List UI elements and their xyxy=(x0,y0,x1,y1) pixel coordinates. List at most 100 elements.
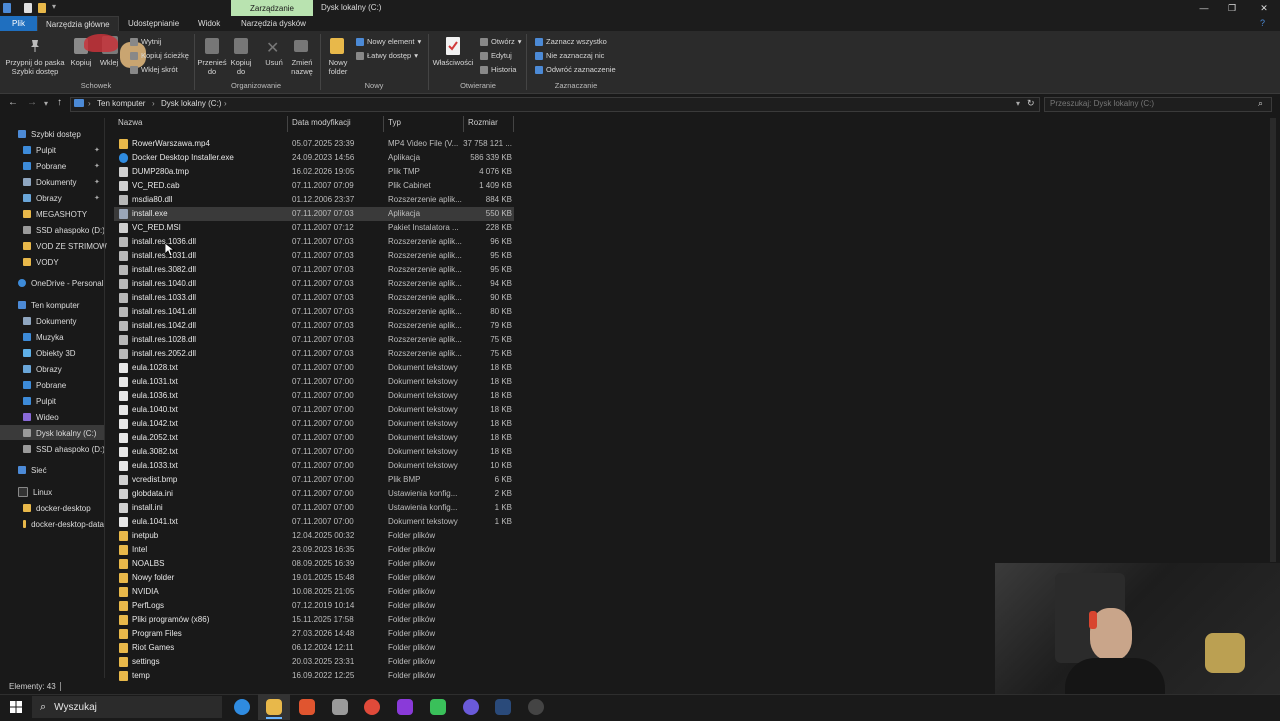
folder-row[interactable]: NOALBS 08.09.2025 16:39 Folder plików xyxy=(114,557,514,571)
folder-row[interactable]: Riot Games 06.12.2024 12:11 Folder plików xyxy=(114,641,514,655)
paste-shortcut-button[interactable]: Wklej skrót xyxy=(130,65,178,74)
recent-chevron-icon[interactable]: ▾ xyxy=(44,99,48,108)
copy-button[interactable]: Kopiuj xyxy=(68,58,94,67)
new-folder-button[interactable]: Nowy folder xyxy=(323,58,353,76)
file-row[interactable]: eula.1033.txt 07.11.2007 07:00 Dokument te… xyxy=(114,459,514,473)
column-divider[interactable] xyxy=(287,116,288,132)
file-row[interactable]: install.res.3082.dll 07.11.2007 07:03 Rozs… xyxy=(114,263,514,277)
sidebar-item-docker-desktop[interactable]: docker-desktop xyxy=(23,501,91,515)
sidebar-item-megashoty[interactable]: MEGASHOTY xyxy=(23,207,87,221)
tab-file[interactable]: Plik xyxy=(0,16,37,31)
folder-row[interactable]: temp 16.09.2022 12:25 Folder plików xyxy=(114,669,514,683)
open-button[interactable]: Otwórz ▾ xyxy=(480,37,522,46)
folder-row[interactable]: Intel 23.09.2023 16:35 Folder plików xyxy=(114,543,514,557)
file-row[interactable]: DUMP280a.tmp 16.02.2026 19:05 Plik TMP 4 07… xyxy=(114,165,514,179)
column-divider[interactable] xyxy=(383,116,384,132)
file-row[interactable]: install.ini 07.11.2007 07:00 Ustawienia ko… xyxy=(114,501,514,515)
chrome-icon[interactable] xyxy=(364,699,380,715)
restore-button[interactable]: ❐ xyxy=(1216,0,1248,16)
file-row[interactable]: install.res.1040.dll 07.11.2007 07:03 Rozs… xyxy=(114,277,514,291)
file-row[interactable]: eula.1040.txt 07.11.2007 07:00 Dokument te… xyxy=(114,403,514,417)
file-row[interactable]: eula.2052.txt 07.11.2007 07:00 Dokument te… xyxy=(114,431,514,445)
sidebar-item-videos[interactable]: Wideo xyxy=(23,410,59,424)
column-header-name[interactable]: Nazwa xyxy=(118,118,142,127)
breadcrumb-local-disk[interactable]: Dysk lokalny (C:) xyxy=(161,99,221,108)
media-app-icon[interactable] xyxy=(430,699,446,715)
delete-button[interactable]: Usuń xyxy=(262,58,286,67)
folder-row[interactable]: inetpub 12.04.2025 00:32 Folder plików xyxy=(114,529,514,543)
breadcrumb-this-pc[interactable]: Ten komputer xyxy=(97,99,145,108)
column-divider[interactable] xyxy=(513,116,514,132)
close-button[interactable]: ✕ xyxy=(1248,0,1280,16)
folder-row[interactable]: PerfLogs 07.12.2019 10:14 Folder plików xyxy=(114,599,514,613)
easy-access-button[interactable]: Łatwy dostęp ▾ xyxy=(356,51,418,60)
sidebar-item-pc-pictures[interactable]: Obrazy xyxy=(23,362,62,376)
cut-button[interactable]: Wytnij xyxy=(130,37,161,46)
new-folder-quick-icon[interactable] xyxy=(38,3,46,13)
file-row[interactable]: install.res.1033.dll 07.11.2007 07:03 Rozs… xyxy=(114,291,514,305)
file-row[interactable]: globdata.ini 07.11.2007 07:00 Ustawienia k… xyxy=(114,487,514,501)
history-button[interactable]: Historia xyxy=(480,65,516,74)
pane-splitter[interactable] xyxy=(104,118,105,678)
address-dropdown-icon[interactable]: ▾ xyxy=(1016,99,1020,108)
sidebar-item-vod-ze-strimow[interactable]: VOD ZE STRIMOW xyxy=(23,239,107,253)
file-row[interactable]: eula.1028.txt 07.11.2007 07:00 Dokument te… xyxy=(114,361,514,375)
sidebar-quick-access[interactable]: Szybki dostęp xyxy=(18,127,81,141)
select-all-button[interactable]: Zaznacz wszystko xyxy=(535,37,607,46)
sidebar-item-documents[interactable]: Dokumenty xyxy=(23,175,76,189)
sidebar-item-vody[interactable]: VODY xyxy=(23,255,59,269)
paste-button[interactable]: Wklej xyxy=(96,58,122,67)
sidebar-item-3d-objects[interactable]: Obiekty 3D xyxy=(23,346,76,360)
file-row[interactable]: eula.3082.txt 07.11.2007 07:00 Dokument te… xyxy=(114,445,514,459)
sidebar-item-pc-desktop[interactable]: Pulpit xyxy=(23,394,56,408)
file-row[interactable]: install.res.1042.dll 07.11.2007 07:03 Rozs… xyxy=(114,319,514,333)
file-row[interactable]: msdia80.dll 01.12.2006 23:37 Rozszerzenie … xyxy=(114,193,514,207)
sidebar-linux[interactable]: Linux xyxy=(18,485,52,499)
refresh-icon[interactable]: ↻ xyxy=(1027,98,1035,109)
file-row[interactable]: vcredist.bmp 07.11.2007 07:00 Plik BMP 6 KB xyxy=(114,473,514,487)
folder-row[interactable]: NVIDIA 10.08.2025 21:05 Folder plików xyxy=(114,585,514,599)
file-row[interactable]: Docker Desktop Installer.exe 24.09.2023 1… xyxy=(114,151,514,165)
file-row[interactable]: install.res.1028.dll 07.11.2007 07:03 Rozs… xyxy=(114,333,514,347)
tab-home[interactable]: Narzędzia główne xyxy=(37,16,119,32)
edit-button[interactable]: Edytuj xyxy=(480,51,512,60)
folder-row[interactable]: settings 20.03.2025 23:31 Folder plików xyxy=(114,655,514,669)
app-icon[interactable] xyxy=(332,699,348,715)
quick-access-dropdown-icon[interactable]: ▾ xyxy=(52,2,56,11)
steam-icon[interactable] xyxy=(495,699,511,715)
tab-view[interactable]: Widok xyxy=(190,16,228,31)
sidebar-this-pc[interactable]: Ten komputer xyxy=(18,298,79,312)
file-row[interactable]: eula.1042.txt 07.11.2007 07:00 Dokument te… xyxy=(114,417,514,431)
app-icon[interactable] xyxy=(397,699,413,715)
file-row[interactable]: eula.1031.txt 07.11.2007 07:00 Dokument te… xyxy=(114,375,514,389)
copy-to-button[interactable]: Kopiuj do xyxy=(226,58,256,76)
sidebar-item-local-disk-c[interactable]: Dysk lokalny (C:) xyxy=(23,426,96,440)
move-to-button[interactable]: Przenieś do xyxy=(196,58,228,76)
file-row[interactable]: install.exe 07.11.2007 07:03 Aplikacja 550 … xyxy=(114,207,514,221)
invert-selection-button[interactable]: Odwróć zaznaczenie xyxy=(535,65,616,74)
file-row[interactable]: eula.1036.txt 07.11.2007 07:00 Dokument te… xyxy=(114,389,514,403)
sidebar-item-ssd-d[interactable]: SSD ahaspoko (D:) xyxy=(23,223,105,237)
tab-share[interactable]: Udostępnianie xyxy=(120,16,187,31)
sidebar-item-pc-downloads[interactable]: Pobrane xyxy=(23,378,66,392)
sidebar-item-music[interactable]: Muzyka xyxy=(23,330,64,344)
file-row[interactable]: install.res.1041.dll 07.11.2007 07:03 Rozs… xyxy=(114,305,514,319)
sidebar-network[interactable]: Sieć xyxy=(18,463,47,477)
file-row[interactable]: VC_RED.MSI 07.11.2007 07:12 Pakiet Instala… xyxy=(114,221,514,235)
pin-quick-access-button[interactable]: Przypnij do paska Szybki dostęp xyxy=(2,58,68,76)
file-row[interactable]: RowerWarszawa.mp4 05.07.2025 23:39 MP4 Vid… xyxy=(114,137,514,151)
sidebar-item-pc-documents[interactable]: Dokumenty xyxy=(23,314,76,328)
properties-button[interactable]: Właściwości xyxy=(432,58,474,67)
contextual-tab-manage[interactable]: Zarządzanie xyxy=(231,0,313,16)
brave-icon[interactable] xyxy=(299,699,315,715)
file-row[interactable]: install.res.2052.dll 07.11.2007 07:03 Rozs… xyxy=(114,347,514,361)
folder-row[interactable]: Program Files 27.03.2026 14:48 Folder plik… xyxy=(114,627,514,641)
edge-icon[interactable] xyxy=(234,699,250,715)
discord-icon[interactable] xyxy=(463,699,479,715)
file-row[interactable]: VC_RED.cab 07.11.2007 07:09 Plik Cabinet 1 … xyxy=(114,179,514,193)
sidebar-onedrive[interactable]: OneDrive - Personal xyxy=(18,276,103,290)
sidebar-item-pictures[interactable]: Obrazy xyxy=(23,191,62,205)
forward-arrow-icon[interactable]: → xyxy=(27,97,37,108)
folder-row[interactable]: Pliki programów (x86) 15.11.2025 17:58 Fol… xyxy=(114,613,514,627)
copy-path-button[interactable]: Kopiuj ścieżkę xyxy=(130,51,189,60)
